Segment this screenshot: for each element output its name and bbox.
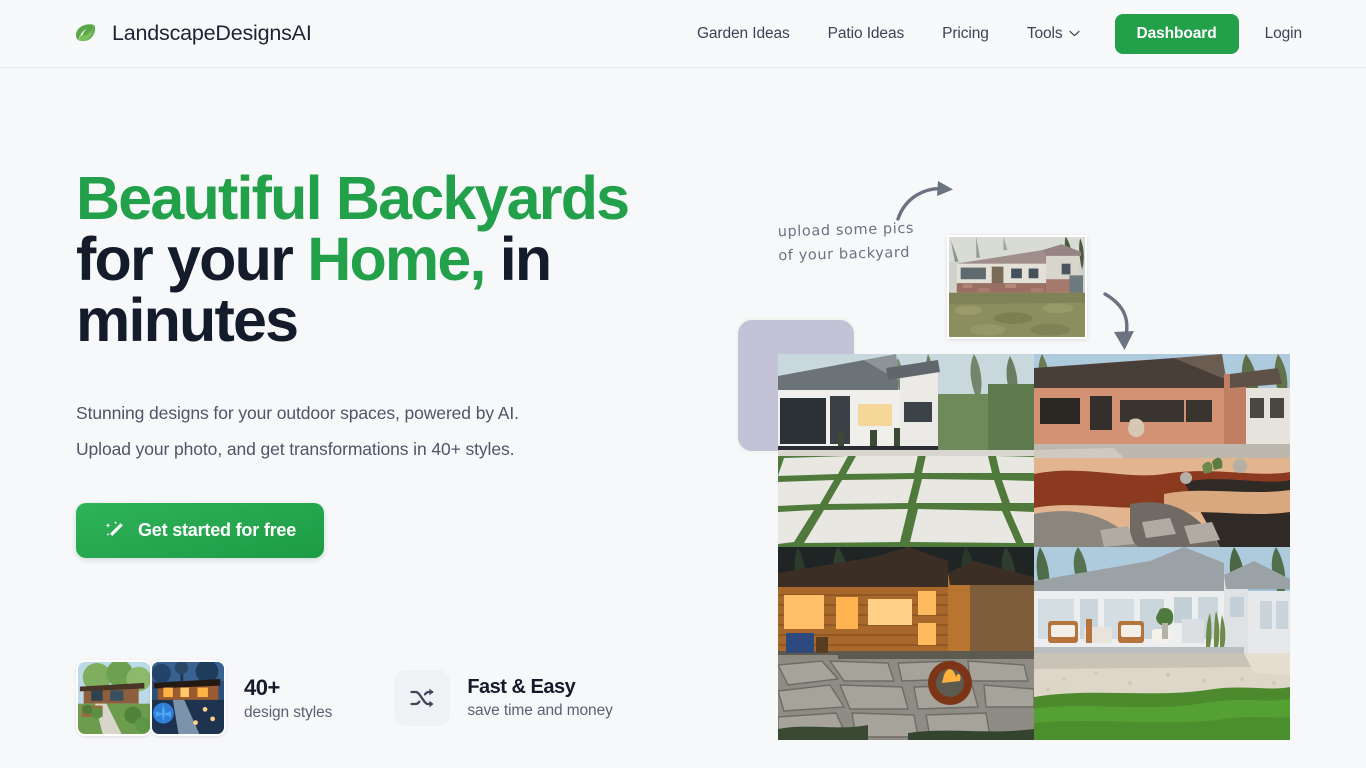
nav-link-patio-ideas[interactable]: Patio Ideas	[809, 17, 923, 51]
nav-link-tools-label: Tools	[1026, 24, 1063, 42]
feature-text-block: Fast & Easy save time and money	[467, 676, 613, 720]
curved-arrow-down-icon	[1103, 292, 1134, 350]
nav-link-garden-ideas[interactable]: Garden Ideas	[678, 17, 809, 51]
feature-icon-box	[394, 670, 451, 726]
hero-visual-column: upload some pics of your backyard	[700, 68, 1366, 742]
brand-logo[interactable]: LandscapeDesignsAI	[72, 21, 312, 47]
style-count-block: 40+ design styles	[244, 675, 332, 722]
gallery-image-modern-paver-patio	[778, 354, 1034, 547]
style-thumbnail-day	[76, 660, 152, 736]
hero-subcopy: Stunning designs for your outdoor spaces…	[76, 395, 676, 467]
chevron-down-icon	[1068, 30, 1080, 37]
main-navigation: Garden Ideas Patio Ideas Pricing Tools D…	[678, 13, 1366, 54]
site-header: LandscapeDesignsAI Garden Ideas Patio Id…	[0, 0, 1366, 68]
magic-wand-icon	[105, 520, 123, 536]
upload-annotation-line-2: of your backyard	[778, 244, 911, 265]
shuffle-icon	[410, 688, 434, 708]
feature-fast-easy: Fast & Easy save time and money	[394, 670, 613, 726]
style-thumbnails	[76, 660, 226, 736]
nav-link-pricing[interactable]: Pricing	[923, 17, 1008, 51]
gallery-image-log-cabin-flagstone	[778, 547, 1034, 740]
hero-subcopy-line-1: Stunning designs for your outdoor spaces…	[76, 403, 519, 423]
feature-title: Fast & Easy	[467, 676, 576, 698]
gallery-image-desert-gravel-patio	[1034, 354, 1290, 547]
curved-arrow-right-icon	[896, 181, 953, 221]
page-title: Beautiful Backyards for your Home, in mi…	[76, 168, 676, 351]
headline-line-2a: for your	[76, 225, 308, 293]
style-thumbnail-dusk	[150, 660, 226, 736]
hero-copy-column: Beautiful Backyards for your Home, in mi…	[76, 168, 676, 558]
headline-line-2-accent: Home,	[307, 225, 486, 293]
hero-subcopy-line-2: Upload your photo, and get transformatio…	[76, 439, 515, 459]
style-count-value: 40+	[244, 674, 280, 700]
brand-name: LandscapeDesignsAI	[112, 21, 312, 45]
nav-link-tools[interactable]: Tools	[1008, 17, 1099, 51]
feature-subtitle: save time and money	[467, 702, 613, 719]
leaf-icon	[72, 21, 98, 47]
upload-before-photo	[947, 235, 1087, 339]
headline-line-1: Beautiful Backyards	[76, 164, 630, 232]
login-link[interactable]: Login	[1245, 17, 1322, 51]
get-started-button[interactable]: Get started for free	[76, 503, 325, 558]
headline-line-2b: in	[484, 225, 552, 293]
get-started-button-label: Get started for free	[138, 520, 297, 540]
gallery-image-white-house-gravel-lounge	[1034, 547, 1290, 740]
hero-stats-strip: 40+ design styles Fast & Easy save time …	[76, 660, 613, 736]
dashboard-button[interactable]: Dashboard	[1114, 13, 1239, 54]
hero-section: Beautiful Backyards for your Home, in mi…	[0, 68, 1366, 742]
design-gallery-grid	[778, 354, 1290, 740]
style-count-caption: design styles	[244, 703, 333, 721]
headline-line-3: minutes	[76, 286, 299, 354]
